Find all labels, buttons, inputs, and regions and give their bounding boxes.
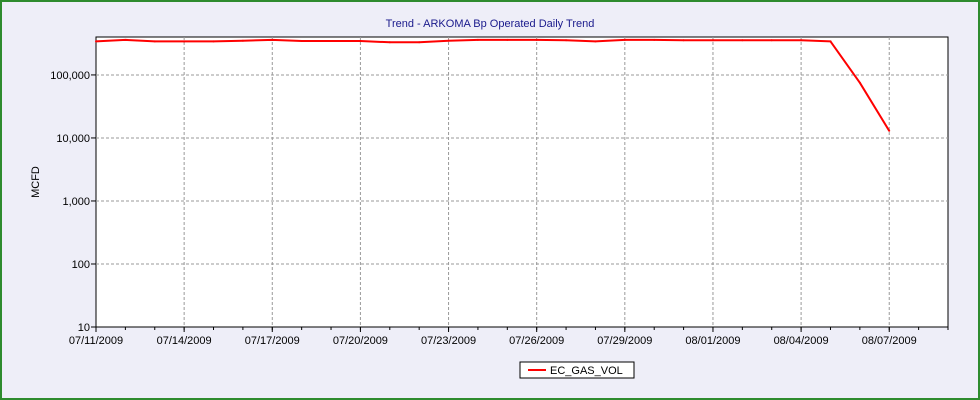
y-tick-label: 10 (78, 322, 90, 334)
y-axis-title: MCFD (30, 166, 42, 198)
legend-label: EC_GAS_VOL (550, 365, 623, 377)
data-point (153, 40, 156, 43)
data-point (653, 38, 656, 41)
data-point (712, 39, 714, 42)
x-tick-label: 07/29/2009 (597, 335, 652, 347)
chart: Trend - ARKOMA Bp Operated Daily Trend 1… (30, 18, 949, 379)
data-point (330, 40, 332, 42)
data-point (888, 129, 891, 132)
x-tick-label: 07/14/2009 (157, 335, 212, 347)
data-point (447, 39, 450, 42)
x-tick-label: 07/23/2009 (421, 335, 476, 347)
data-point (800, 39, 803, 42)
data-point (623, 38, 626, 41)
data-point (300, 40, 303, 42)
legend: EC_GAS_VOL (519, 361, 635, 379)
data-point (241, 39, 244, 42)
data-point (183, 40, 186, 43)
x-tick-label: 07/26/2009 (509, 335, 564, 347)
data-point (271, 38, 274, 41)
data-point (829, 40, 832, 43)
y-tick-label: 100 (72, 259, 90, 271)
data-point (212, 40, 215, 43)
x-tick-label: 08/07/2009 (862, 335, 917, 347)
data-point (858, 81, 861, 84)
data-point (565, 39, 568, 42)
plot-area (95, 36, 949, 328)
x-tick-label: 08/01/2009 (685, 335, 740, 347)
data-point (594, 40, 597, 43)
x-axis: 07/11/2009 07/14/2009 07/17/2009 07/20/2009… (69, 327, 949, 347)
x-tick-label: 07/20/2009 (333, 335, 388, 347)
chart-title: Trend - ARKOMA Bp Operated Daily Trend (386, 18, 595, 30)
y-tick-label: 1,000 (62, 196, 90, 208)
data-point (359, 40, 362, 42)
data-point (741, 39, 744, 42)
data-point (770, 39, 773, 42)
x-tick-label: 07/11/2009 (69, 335, 123, 347)
data-point (506, 38, 509, 41)
y-tick-label: 100,000 (50, 70, 90, 82)
x-tick-label: 07/17/2009 (245, 335, 300, 347)
data-point (418, 41, 421, 44)
y-tick-label: 10,000 (56, 133, 90, 145)
data-point (535, 38, 538, 41)
data-point (95, 40, 97, 43)
y-axis: 10 100 1,000 10,000 100,000 (50, 70, 96, 334)
data-point (682, 39, 685, 42)
data-point (388, 41, 391, 44)
data-point (476, 38, 479, 41)
data-point (124, 38, 127, 41)
x-tick-label: 08/04/2009 (774, 335, 829, 347)
